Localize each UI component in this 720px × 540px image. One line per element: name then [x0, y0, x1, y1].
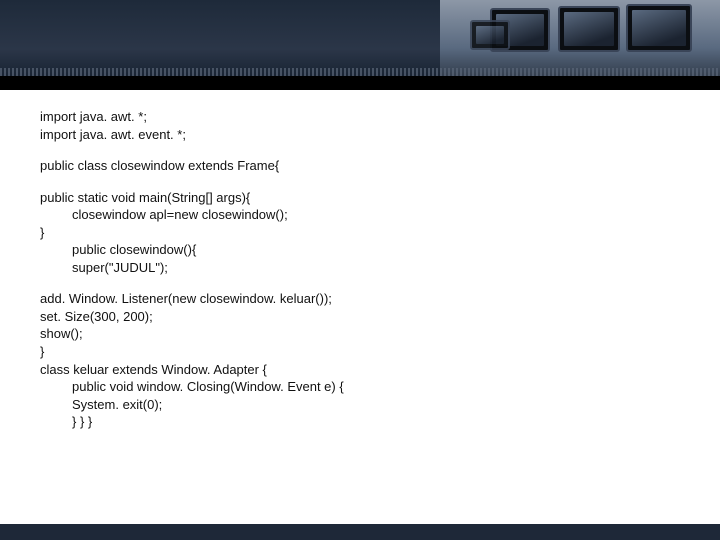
slide-header	[0, 0, 720, 90]
code-body: import java. awt. *; import java. awt. e…	[0, 90, 720, 431]
slide-footer-bar	[0, 524, 720, 540]
code-line: show();	[40, 325, 680, 343]
code-line: } } }	[40, 413, 680, 431]
code-line: public void window. Closing(Window. Even…	[40, 378, 680, 396]
monitor-icon	[470, 20, 510, 50]
code-line: public closewindow(){	[40, 241, 680, 259]
header-black-band	[0, 76, 720, 90]
code-line: set. Size(300, 200);	[40, 308, 680, 326]
code-line: import java. awt. *;	[40, 108, 680, 126]
code-line: }	[40, 224, 680, 242]
monitor-icon	[558, 6, 620, 52]
code-line: System. exit(0);	[40, 396, 680, 414]
code-line: super("JUDUL");	[40, 259, 680, 277]
code-line: add. Window. Listener(new closewindow. k…	[40, 290, 680, 308]
header-dotted-divider	[0, 68, 720, 76]
code-line: public static void main(String[] args){	[40, 189, 680, 207]
monitor-icon	[626, 4, 692, 52]
code-line: closewindow apl=new closewindow();	[40, 206, 680, 224]
code-line: public class closewindow extends Frame{	[40, 157, 680, 175]
code-line: import java. awt. event. *;	[40, 126, 680, 144]
code-line: }	[40, 343, 680, 361]
code-line: class keluar extends Window. Adapter {	[40, 361, 680, 379]
